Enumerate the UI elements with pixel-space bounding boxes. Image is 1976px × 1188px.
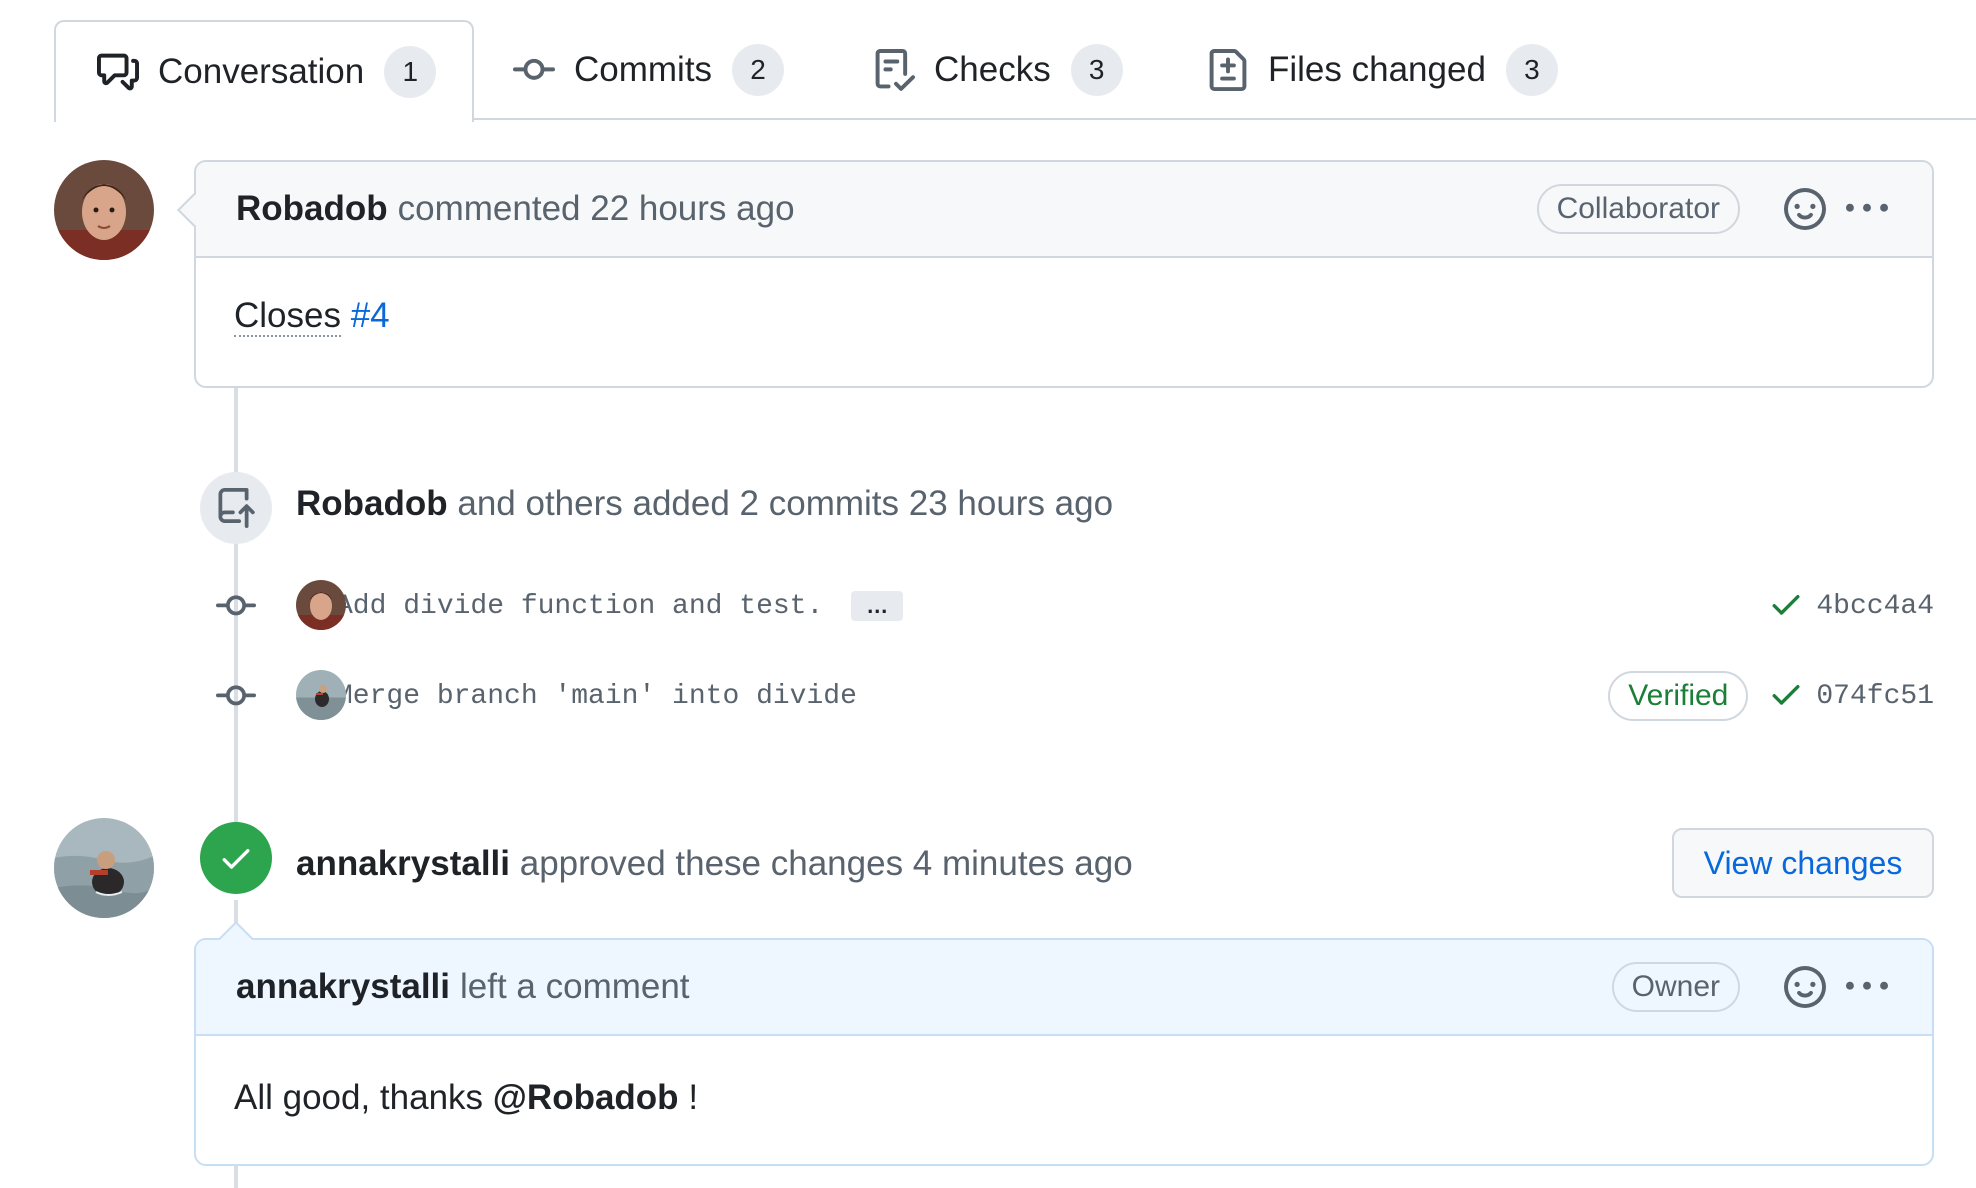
git-commit-icon — [210, 670, 262, 722]
commit-sha[interactable]: 074fc51 — [1816, 681, 1934, 712]
avatar[interactable] — [296, 670, 346, 720]
role-badge: Collaborator — [1536, 184, 1740, 234]
tab-label: Conversation — [158, 52, 365, 91]
review-author[interactable]: annakrystalli — [296, 844, 510, 883]
commit-status: Verified 074fc51 — [1608, 671, 1934, 721]
push-event-badge — [200, 472, 272, 544]
smiley-icon[interactable] — [1780, 184, 1830, 234]
event-author[interactable]: Robadob — [296, 484, 448, 523]
comment-timestamp[interactable]: commented 22 hours ago — [398, 189, 795, 229]
check-icon[interactable] — [1768, 586, 1804, 627]
kebab-horizontal-icon[interactable] — [1842, 962, 1892, 1012]
comment-header: annakrystalli left a comment Owner — [196, 940, 1932, 1036]
role-badge: Owner — [1611, 962, 1740, 1012]
event-description: and others added 2 commits 23 hours ago — [457, 484, 1114, 523]
comment-discussion-icon — [96, 50, 140, 94]
tab-conversation[interactable]: Conversation 1 — [54, 20, 474, 122]
review-event-text: annakrystalli approved these changes 4 m… — [296, 844, 1133, 884]
pr-tab-bar: Conversation 1 Commits 2 Checks 3 Files … — [0, 0, 1976, 122]
commit-status: 4bcc4a4 — [1768, 586, 1934, 627]
avatar[interactable] — [54, 160, 154, 260]
checklist-icon — [872, 48, 916, 92]
comment-author[interactable]: Robadob — [236, 189, 388, 229]
file-diff-icon — [1206, 48, 1250, 92]
commit-message[interactable]: Add divide function and test. — [336, 591, 823, 622]
comment-box: Robadob commented 22 hours ago Collabora… — [177, 160, 1934, 388]
comment-text-end: ! — [688, 1078, 699, 1117]
approved-badge — [200, 822, 272, 894]
tab-label: Checks — [934, 50, 1051, 89]
comment-text: All good, thanks — [234, 1078, 484, 1117]
review-comment-box: annakrystalli left a comment Owner All g… — [194, 921, 1934, 1166]
tab-label: Commits — [574, 50, 713, 89]
verified-badge[interactable]: Verified — [1608, 671, 1749, 721]
tab-commits[interactable]: Commits 2 — [512, 20, 785, 120]
closes-keyword: Closes — [234, 296, 341, 337]
check-icon — [222, 849, 250, 869]
comment-body: Closes #4 — [196, 258, 1932, 374]
commit-event-text: Robadob and others added 2 commits 23 ho… — [296, 484, 1113, 524]
tab-count: 1 — [384, 46, 437, 98]
repo-push-icon — [218, 488, 255, 528]
tab-count: 3 — [1505, 44, 1558, 96]
comment-action: left a comment — [460, 967, 690, 1006]
avatar[interactable] — [296, 580, 346, 630]
tab-files-changed[interactable]: Files changed 3 — [1206, 20, 1558, 120]
comment-header: Robadob commented 22 hours ago Collabora… — [196, 162, 1932, 258]
tab-label: Files changed — [1268, 50, 1486, 89]
git-commit-icon — [512, 48, 556, 92]
smiley-icon[interactable] — [1780, 962, 1830, 1012]
comment-body: All good, thanks @Robadob ! — [196, 1036, 1932, 1156]
kebab-horizontal-icon[interactable] — [1842, 184, 1892, 234]
check-icon[interactable] — [1768, 676, 1804, 717]
tab-count: 3 — [1070, 44, 1123, 96]
comment-author[interactable]: annakrystalli — [236, 967, 450, 1007]
commit-sha[interactable]: 4bcc4a4 — [1816, 591, 1934, 622]
issue-link[interactable]: #4 — [351, 296, 390, 335]
review-description[interactable]: approved these changes 4 minutes ago — [520, 844, 1133, 883]
avatar[interactable] — [54, 818, 154, 918]
view-changes-button[interactable]: View changes — [1672, 828, 1934, 898]
commit-message[interactable]: Merge branch 'main' into divide — [336, 681, 857, 712]
commit-row: Merge branch 'main' into divide Verified… — [210, 666, 1934, 726]
tab-count: 2 — [732, 44, 785, 96]
commit-row: Add divide function and test. … 4bcc4a4 — [210, 576, 1934, 636]
git-commit-icon — [210, 580, 262, 632]
tab-checks[interactable]: Checks 3 — [872, 20, 1123, 120]
expand-commit-button[interactable]: … — [851, 591, 904, 621]
user-mention[interactable]: @Robadob — [493, 1078, 679, 1117]
